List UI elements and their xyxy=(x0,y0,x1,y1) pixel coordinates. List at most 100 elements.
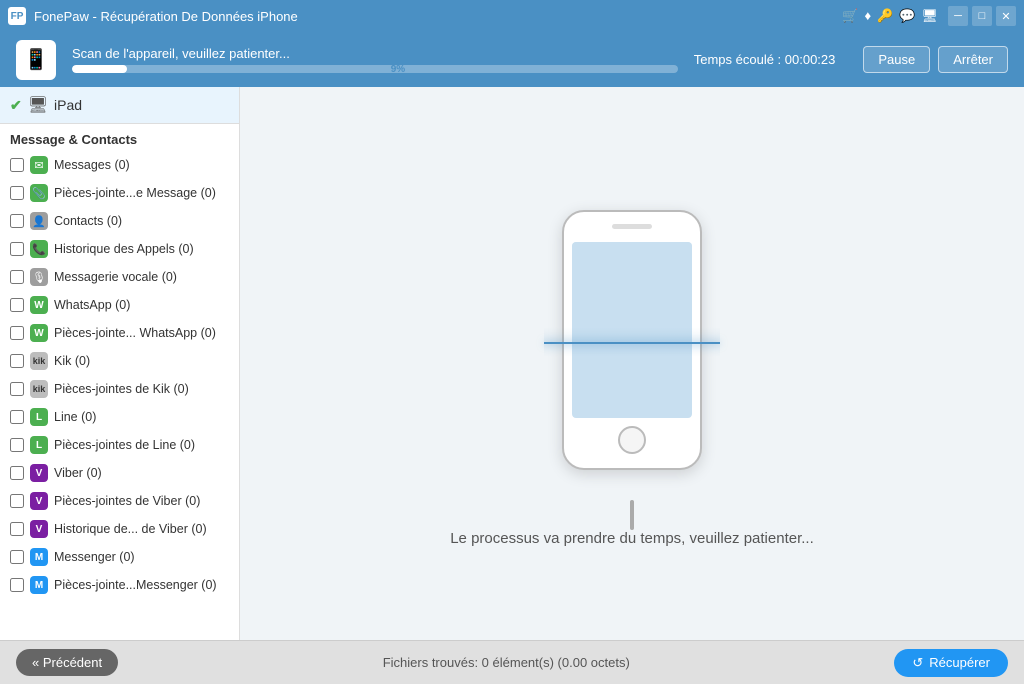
ipad-icon: 🖥 xyxy=(28,95,48,115)
scan-actions: Pause Arrêter xyxy=(863,46,1008,73)
minimize-button[interactable]: ─ xyxy=(948,6,968,26)
sidebar-item[interactable]: 👤 Contacts (0) xyxy=(0,207,239,235)
messenger-attach-icon: M xyxy=(30,576,48,594)
app-title: FonePaw - Récupération De Données iPhone xyxy=(34,9,842,24)
cart-icon[interactable]: 🛒 xyxy=(842,8,858,24)
viber-history-icon: V xyxy=(30,520,48,538)
device-name: iPad xyxy=(54,97,82,113)
title-bar-icons: 🛒 ♦ 🔑 💬 🖥 xyxy=(842,8,938,24)
phone-speaker xyxy=(612,224,652,229)
sidebar-item[interactable]: kik Pièces-jointes de Kik (0) xyxy=(0,375,239,403)
title-bar: FP FonePaw - Récupération De Données iPh… xyxy=(0,0,1024,32)
attachment-message-checkbox[interactable] xyxy=(10,186,24,200)
messages-checkbox[interactable] xyxy=(10,158,24,172)
app-logo: FP xyxy=(8,7,26,25)
scan-info: Scan de l'appareil, veuillez patienter..… xyxy=(72,46,678,73)
line-attach-checkbox[interactable] xyxy=(10,438,24,452)
attachment-message-label: Pièces-jointe...e Message (0) xyxy=(54,186,216,200)
scan-text: Scan de l'appareil, veuillez patienter..… xyxy=(72,46,678,61)
kik-attach-checkbox[interactable] xyxy=(10,382,24,396)
line-attach-label: Pièces-jointes de Line (0) xyxy=(54,438,195,452)
scan-progress-label: 9% xyxy=(391,65,405,73)
messenger-attach-label: Pièces-jointe...Messenger (0) xyxy=(54,578,217,592)
sidebar-item[interactable]: V Viber (0) xyxy=(0,459,239,487)
scan-time: Temps écoulé : 00:00:23 xyxy=(694,52,836,67)
messages-icon: ✉ xyxy=(30,156,48,174)
sidebar-item[interactable]: V Pièces-jointes de Viber (0) xyxy=(0,487,239,515)
whatsapp-icon: W xyxy=(30,296,48,314)
calls-label: Historique des Appels (0) xyxy=(54,242,194,256)
sidebar-item[interactable]: 📎 Pièces-jointe...e Message (0) xyxy=(0,179,239,207)
main-content: ✔ 🖥 iPad Message & Contacts ✉ Messages (… xyxy=(0,87,1024,640)
phone-illustration xyxy=(532,180,732,500)
kik-label: Kik (0) xyxy=(54,354,90,368)
window-controls[interactable]: ─ □ ✕ xyxy=(948,6,1016,26)
sidebar-item[interactable]: V Historique de... de Viber (0) xyxy=(0,515,239,543)
line-icon: L xyxy=(30,408,48,426)
recover-button[interactable]: ↺ Récupérer xyxy=(894,649,1008,677)
phone-cable xyxy=(630,500,634,530)
viber-attach-checkbox[interactable] xyxy=(10,494,24,508)
diamond-icon[interactable]: ♦ xyxy=(864,8,871,24)
calls-checkbox[interactable] xyxy=(10,242,24,256)
whatsapp-label: WhatsApp (0) xyxy=(54,298,130,312)
messenger-label: Messenger (0) xyxy=(54,550,135,564)
section-header: Message & Contacts xyxy=(0,124,239,151)
back-label: « Précédent xyxy=(32,655,102,670)
maximize-button[interactable]: □ xyxy=(972,6,992,26)
viber-history-checkbox[interactable] xyxy=(10,522,24,536)
sidebar-item[interactable]: 🎙 Messagerie vocale (0) xyxy=(0,263,239,291)
kik-attach-label: Pièces-jointes de Kik (0) xyxy=(54,382,189,396)
scan-beam xyxy=(544,342,720,344)
back-button[interactable]: « Précédent xyxy=(16,649,118,676)
monitor-icon[interactable]: 🖥 xyxy=(921,8,938,24)
sidebar-item[interactable]: ✉ Messages (0) xyxy=(0,151,239,179)
line-attach-icon: L xyxy=(30,436,48,454)
sidebar-item[interactable]: L Pièces-jointes de Line (0) xyxy=(0,431,239,459)
sidebar: ✔ 🖥 iPad Message & Contacts ✉ Messages (… xyxy=(0,87,240,640)
sidebar-item[interactable]: kik Kik (0) xyxy=(0,347,239,375)
contacts-checkbox[interactable] xyxy=(10,214,24,228)
line-checkbox[interactable] xyxy=(10,410,24,424)
kik-attach-icon: kik xyxy=(30,380,48,398)
recover-label: Récupérer xyxy=(929,655,990,670)
whatsapp-attach-label: Pièces-jointe... WhatsApp (0) xyxy=(54,326,216,340)
recover-icon: ↺ xyxy=(912,655,923,671)
viber-label: Viber (0) xyxy=(54,466,102,480)
device-icon: 📱 xyxy=(16,40,56,80)
sidebar-item[interactable]: W WhatsApp (0) xyxy=(0,291,239,319)
phone-home-button xyxy=(618,426,646,454)
device-checkmark: ✔ xyxy=(10,97,22,114)
viber-attach-icon: V xyxy=(30,492,48,510)
viber-icon: V xyxy=(30,464,48,482)
sidebar-item[interactable]: M Messenger (0) xyxy=(0,543,239,571)
stop-button[interactable]: Arrêter xyxy=(938,46,1008,73)
sidebar-item[interactable]: L Line (0) xyxy=(0,403,239,431)
key-icon[interactable]: 🔑 xyxy=(877,8,893,24)
sidebar-item[interactable]: W Pièces-jointe... WhatsApp (0) xyxy=(0,319,239,347)
close-button[interactable]: ✕ xyxy=(996,6,1016,26)
whatsapp-attach-checkbox[interactable] xyxy=(10,326,24,340)
sidebar-item[interactable]: 📞 Historique des Appels (0) xyxy=(0,235,239,263)
footer-status: Fichiers trouvés: 0 élément(s) (0.00 oct… xyxy=(118,655,894,670)
voicemail-checkbox[interactable] xyxy=(10,270,24,284)
phone-body xyxy=(562,210,702,470)
messages-label: Messages (0) xyxy=(54,158,130,172)
footer: « Précédent Fichiers trouvés: 0 élément(… xyxy=(0,640,1024,684)
messenger-attach-checkbox[interactable] xyxy=(10,578,24,592)
whatsapp-attach-icon: W xyxy=(30,324,48,342)
device-row[interactable]: ✔ 🖥 iPad xyxy=(0,87,239,124)
voicemail-icon: 🎙 xyxy=(30,268,48,286)
attachment-message-icon: 📎 xyxy=(30,184,48,202)
chat-icon[interactable]: 💬 xyxy=(899,8,915,24)
sidebar-item[interactable]: M Pièces-jointe...Messenger (0) xyxy=(0,571,239,599)
kik-checkbox[interactable] xyxy=(10,354,24,368)
viber-checkbox[interactable] xyxy=(10,466,24,480)
messenger-checkbox[interactable] xyxy=(10,550,24,564)
scan-message: Le processus va prendre du temps, veuill… xyxy=(450,530,814,547)
messenger-icon: M xyxy=(30,548,48,566)
whatsapp-checkbox[interactable] xyxy=(10,298,24,312)
pause-button[interactable]: Pause xyxy=(863,46,930,73)
scan-progress-bar: 9% xyxy=(72,65,678,73)
kik-icon: kik xyxy=(30,352,48,370)
